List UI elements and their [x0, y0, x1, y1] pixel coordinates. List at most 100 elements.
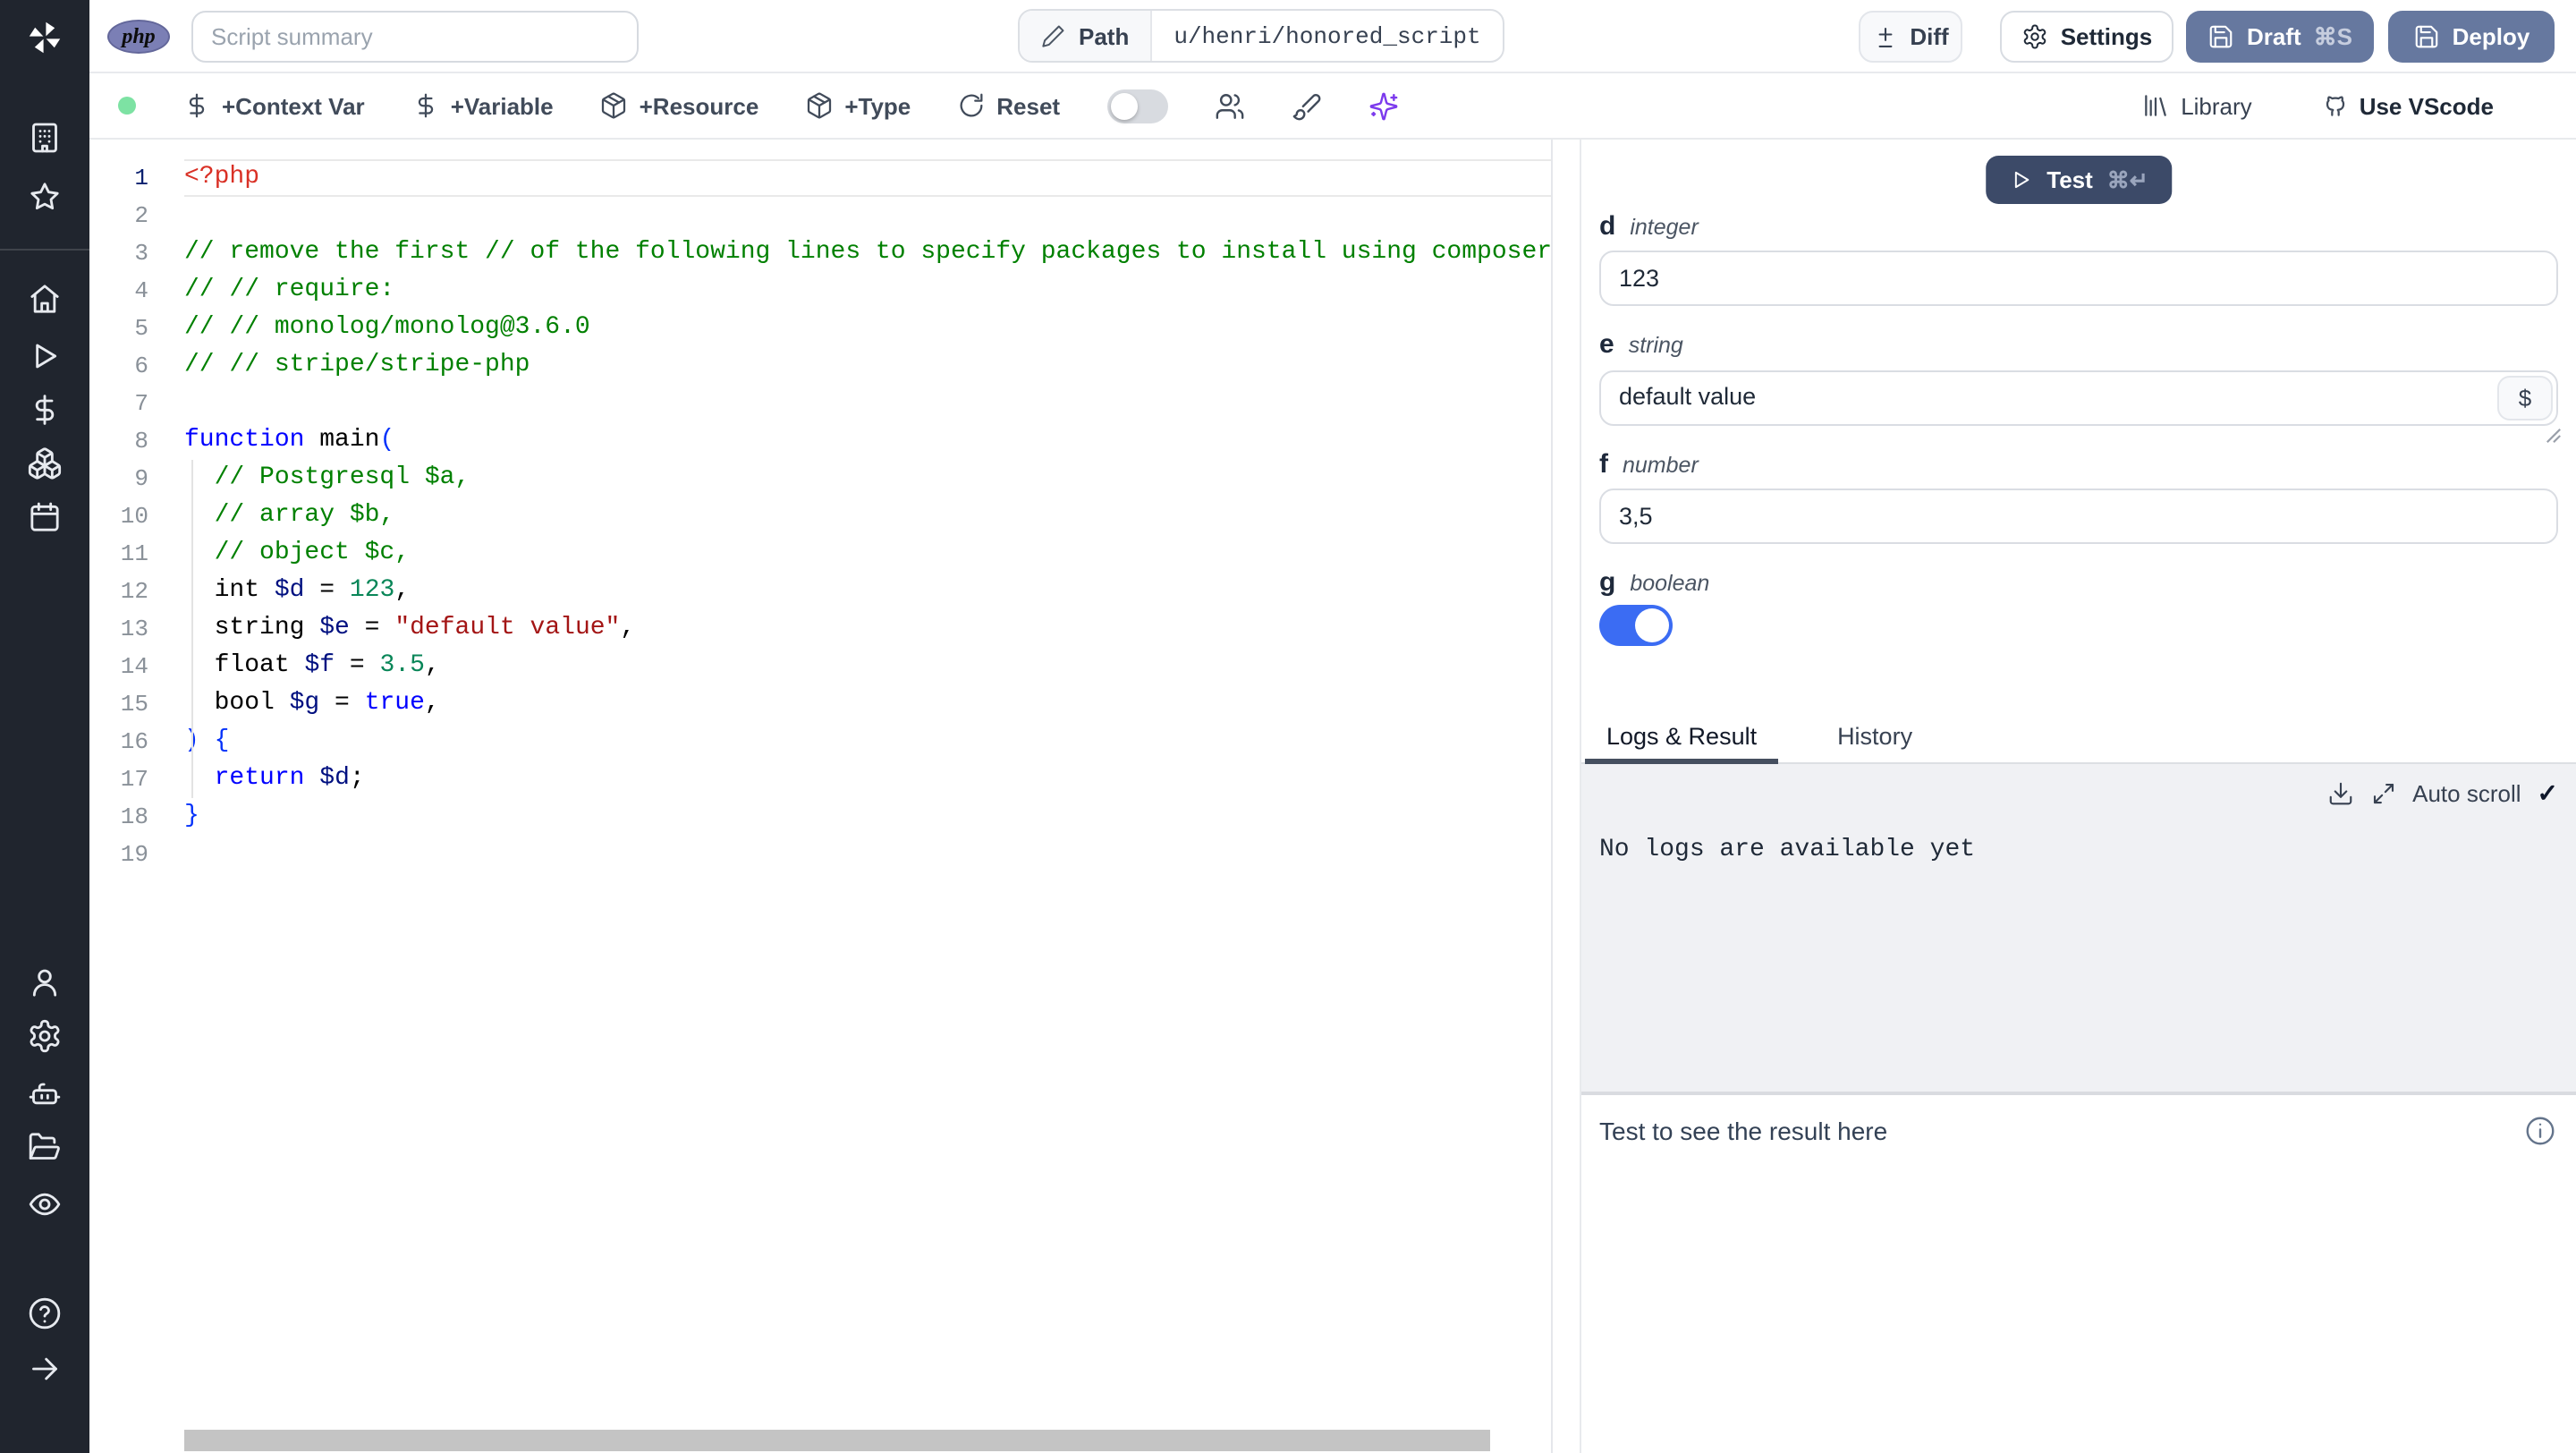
dollar-icon — [189, 93, 205, 118]
brush-icon — [1292, 93, 1320, 120]
result-placeholder: Test to see the result here — [1599, 1117, 1888, 1145]
save-icon — [2415, 25, 2437, 48]
ai-assistant-button[interactable] — [1368, 90, 1398, 121]
code-line[interactable]: 5// // monolog/monolog@3.6.0 — [89, 310, 1551, 347]
field-input-f[interactable] — [1599, 489, 2558, 544]
users-icon — [1215, 93, 1243, 118]
windmill-logo[interactable] — [23, 16, 66, 59]
code-line[interactable]: 14 float $f = 3.5, — [89, 648, 1551, 685]
code-line[interactable]: 13 string $e = "default value", — [89, 610, 1551, 648]
diff-label: Diff — [1910, 23, 1949, 50]
schedules-calendar-icon[interactable] — [27, 499, 63, 535]
tab-history[interactable]: History — [1778, 709, 1971, 764]
test-label: Test — [2046, 166, 2093, 193]
settings-gear-icon[interactable] — [27, 1018, 63, 1054]
resources-boxes-icon[interactable] — [27, 446, 63, 481]
resize-handle-icon[interactable] — [2546, 428, 2562, 444]
play-icon — [2014, 171, 2029, 189]
add-variable-button[interactable]: +Variable — [411, 91, 554, 120]
reset-button[interactable]: Reset — [957, 91, 1060, 120]
library-icon — [2145, 95, 2166, 116]
path-label: Path — [1079, 22, 1130, 49]
code-line[interactable]: 11 // object $c, — [89, 535, 1551, 573]
download-logs-icon[interactable] — [2326, 780, 2353, 807]
save-draft-button[interactable]: Draft ⌘S — [2186, 11, 2374, 63]
multiplayer-toggle[interactable] — [1106, 89, 1168, 123]
field-label-d: d integer — [1599, 211, 1699, 243]
dollar-icon — [418, 93, 433, 118]
field-type: integer — [1630, 215, 1699, 240]
field-type: string — [1628, 333, 1683, 358]
code-line[interactable]: 3// remove the first // of the following… — [89, 234, 1551, 272]
use-vscode-button[interactable]: Use VScode — [2320, 91, 2494, 120]
runs-play-icon[interactable] — [27, 338, 63, 374]
test-button[interactable]: Test ⌘↵ — [1986, 156, 2172, 204]
collaborators-button[interactable] — [1214, 90, 1244, 121]
help-icon[interactable] — [27, 1296, 63, 1331]
add-context-var-button[interactable]: +Context Var — [182, 91, 365, 120]
status-dot — [118, 97, 136, 115]
code-line[interactable]: 6// // stripe/stripe-php — [89, 347, 1551, 385]
field-input-e[interactable]: default value — [1599, 370, 2558, 426]
code-line[interactable]: 4// // require: — [89, 272, 1551, 310]
draft-shortcut: ⌘S — [2313, 22, 2352, 49]
autoscroll-check-icon[interactable]: ✓ — [2538, 778, 2558, 809]
sidebar-divider — [0, 249, 89, 251]
field-input-e-wrap: default value $ — [1599, 370, 2561, 443]
diff-button[interactable]: Diff — [1859, 11, 1962, 63]
php-language-badge: php — [107, 20, 170, 54]
library-button[interactable]: Library — [2141, 91, 2252, 120]
add-type-button[interactable]: +Type — [805, 91, 911, 120]
variables-dollar-icon[interactable] — [27, 392, 63, 428]
no-logs-message: No logs are available yet — [1599, 836, 1976, 864]
code-line[interactable]: 18} — [89, 798, 1551, 836]
code-line[interactable]: 7 — [89, 385, 1551, 422]
draft-label: Draft — [2246, 23, 2301, 50]
format-code-button[interactable] — [1291, 90, 1321, 121]
field-input-d[interactable] — [1599, 251, 2558, 306]
user-icon[interactable] — [27, 964, 63, 1000]
field-label-f: f number — [1599, 449, 1699, 481]
tab-logs-result[interactable]: Logs & Result — [1585, 709, 1778, 764]
code-line[interactable]: 10 // array $b, — [89, 497, 1551, 535]
autoscroll-label[interactable]: Auto scroll — [2412, 780, 2521, 807]
info-icon[interactable] — [2524, 1115, 2556, 1147]
code-lines[interactable]: 1 <?php 2 3// remove the first // of the fo… — [89, 159, 1551, 873]
field-toggle-g[interactable] — [1599, 605, 1673, 646]
insert-variable-button[interactable]: $ — [2497, 376, 2553, 421]
toggle-knob — [1110, 92, 1138, 119]
home-icon[interactable] — [27, 281, 63, 317]
deploy-button[interactable]: Deploy — [2388, 11, 2555, 63]
code-line[interactable]: 9 // Postgresql $a, — [89, 460, 1551, 497]
favorites-star-icon[interactable] — [27, 179, 63, 215]
expand-sidebar-arrow-icon[interactable] — [27, 1351, 63, 1387]
code-line[interactable]: 1 <?php — [89, 159, 1551, 197]
expand-logs-icon[interactable] — [2369, 780, 2396, 807]
field-name: d — [1599, 211, 1616, 242]
code-line[interactable]: 17 return $d; — [89, 760, 1551, 798]
test-panel: Test ⌘↵ d integer e string default value… — [1580, 140, 2576, 1453]
code-line[interactable]: 15 bool $g = true, — [89, 685, 1551, 723]
code-editor: 1 <?php 2 3// remove the first // of the fo… — [89, 140, 1553, 1453]
horizontal-scrollbar[interactable] — [184, 1430, 1490, 1451]
test-shortcut: ⌘↵ — [2106, 168, 2148, 193]
path-group[interactable]: Path u/henri/honored_script — [1018, 9, 1504, 63]
code-line[interactable]: 16) { — [89, 723, 1551, 760]
settings-button[interactable]: Settings — [2000, 11, 2174, 63]
code-line[interactable]: 8 function main( — [89, 422, 1551, 460]
folders-icon[interactable] — [27, 1129, 63, 1165]
field-type: boolean — [1630, 571, 1710, 596]
indent-guide — [191, 460, 193, 798]
script-summary-input[interactable] — [191, 11, 639, 63]
field-label-g: g boolean — [1599, 567, 1709, 599]
audit-eye-icon[interactable] — [27, 1186, 63, 1222]
code-line[interactable]: 19 — [89, 836, 1551, 873]
code-line[interactable]: 12 int $d = 123, — [89, 573, 1551, 610]
result-tabs: Logs & Result History — [1581, 709, 2576, 764]
workspace-building-icon[interactable] — [27, 120, 63, 156]
logs-panel: Auto scroll ✓ No logs are available yet — [1581, 764, 2576, 1095]
path-edit-button[interactable]: Path — [1020, 11, 1153, 61]
add-resource-button[interactable]: +Resource — [600, 91, 758, 120]
workers-bot-icon[interactable] — [27, 1075, 63, 1111]
code-line[interactable]: 2 — [89, 197, 1551, 234]
